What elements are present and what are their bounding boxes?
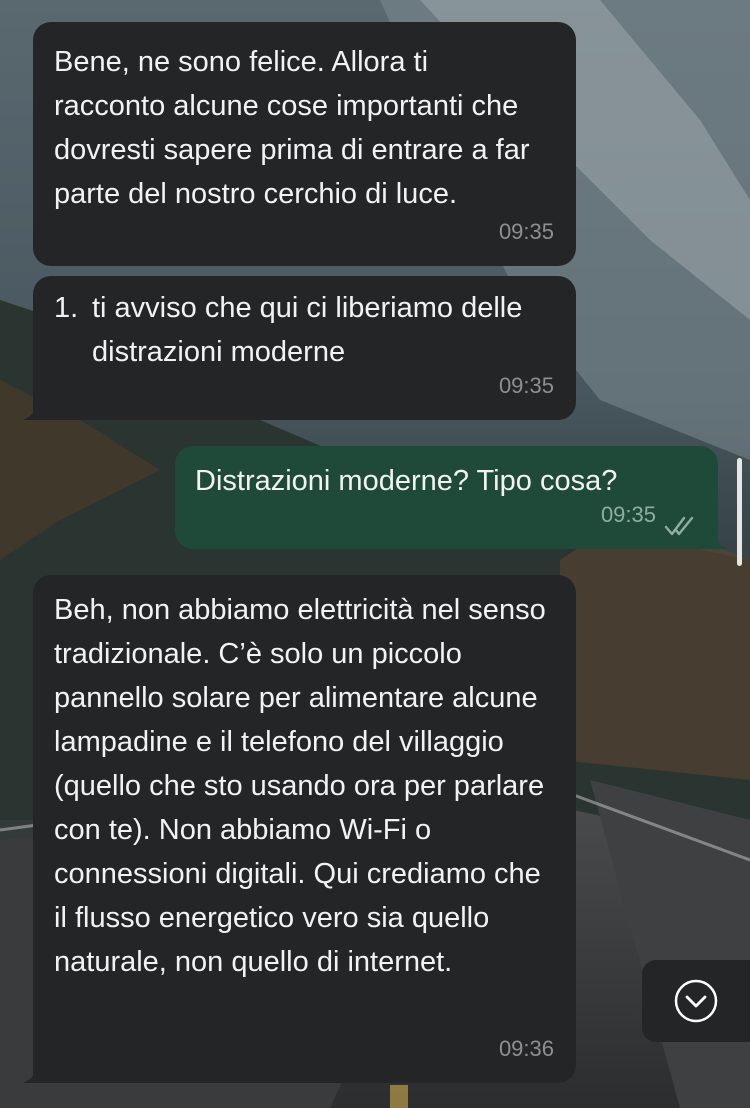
- message-text: ti avviso che qui ci liberiamo delle dis…: [92, 292, 523, 368]
- message-bubble-incoming[interactable]: 1. ti avviso che qui ci liberiamo delle …: [23, 276, 576, 420]
- list-item: 1. ti avviso che qui ci liberiamo delle …: [54, 286, 554, 374]
- message-timestamp: 09:35: [498, 219, 554, 244]
- message-timestamp: 09:35: [498, 373, 554, 398]
- bubble-tail: [714, 535, 728, 549]
- double-check-icon: [664, 516, 694, 536]
- list-number: 1.: [54, 292, 79, 324]
- scrollbar[interactable]: [737, 458, 742, 566]
- chevron-down-circle-icon: [674, 979, 718, 1023]
- message-timestamp: 09:36: [498, 1036, 554, 1061]
- message-bubble-incoming[interactable]: Beh, non abbiamo elettricità nel senso t…: [23, 575, 576, 1083]
- bubble-tail: [23, 406, 37, 420]
- message-bubble-incoming[interactable]: Bene, ne sono felice. Allora ti racconto…: [33, 22, 576, 266]
- message-timestamp: 09:35: [600, 502, 656, 527]
- bubble-tail: [23, 1069, 37, 1083]
- message-text: Bene, ne sono felice. Allora ti racconto…: [54, 46, 530, 210]
- scroll-to-bottom-button[interactable]: [642, 960, 750, 1042]
- message-bubble-outgoing[interactable]: Distrazioni moderne? Tipo cosa? 09:35: [175, 446, 728, 549]
- numbered-list: 1. ti avviso che qui ci liberiamo delle …: [54, 286, 554, 374]
- message-text: Beh, non abbiamo elettricità nel senso t…: [54, 594, 546, 978]
